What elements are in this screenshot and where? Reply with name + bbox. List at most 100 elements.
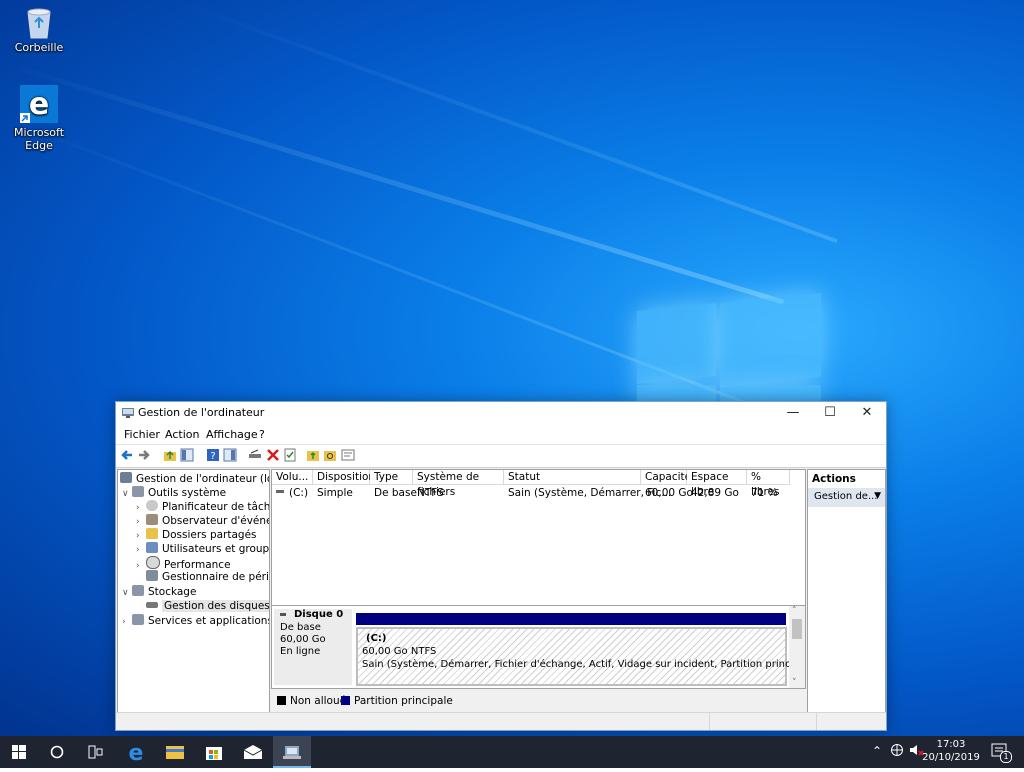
notification-count: 1 — [1000, 751, 1012, 763]
navigation-tree: Gestion de l'ordinateur (local) ∨ Outils … — [117, 469, 270, 714]
show-action-pane-icon[interactable] — [223, 448, 237, 462]
tree-item-event-viewer[interactable]: › Observateur d'événeme — [136, 514, 269, 529]
performance-icon — [146, 556, 160, 569]
window-title: Gestion de l'ordinateur — [138, 406, 265, 419]
column-header-disposition[interactable]: Disposition — [313, 470, 375, 485]
computer-management-icon — [120, 472, 132, 483]
scroll-up-icon[interactable]: ˄ — [792, 606, 797, 616]
maximize-button[interactable]: ☐ — [812, 402, 848, 424]
device-manager-icon — [146, 570, 158, 581]
clock-time: 17:03 — [936, 739, 966, 750]
up-folder-icon[interactable] — [163, 448, 177, 462]
column-header-capacity[interactable]: Capacité — [641, 470, 691, 485]
disk-management-icon — [146, 602, 158, 608]
chevron-right-icon[interactable]: › — [136, 543, 146, 557]
chevron-right-icon[interactable]: › — [136, 515, 146, 529]
taskbar-store[interactable] — [195, 736, 233, 768]
tree-item-label: Planificateur de tâches — [162, 501, 270, 513]
svg-text:e: e — [129, 741, 144, 766]
store-icon — [206, 747, 222, 760]
chevron-up-icon[interactable]: ⌃ — [872, 744, 882, 758]
cortana-search-icon — [50, 745, 64, 759]
tree-item-label: Services et applications — [148, 615, 270, 627]
tree-item-services-applications[interactable]: › Services et applications — [122, 614, 270, 629]
tree-item-computer-management[interactable]: Gestion de l'ordinateur (local) — [120, 472, 269, 486]
chevron-down-icon[interactable]: ∨ — [122, 487, 132, 501]
chevron-right-icon[interactable]: › — [136, 559, 146, 573]
column-header-volume[interactable]: Volu... — [272, 470, 313, 485]
partition-c[interactable]: (C:) 60,00 Go NTFS Sain (Système, Démarr… — [356, 627, 805, 686]
start-button[interactable] — [0, 736, 38, 768]
disk-info[interactable]: Disque 0 De base 60,00 Go En ligne — [274, 609, 352, 685]
taskbar: e ⌃ 17:03 20/10/2019 1 — [0, 736, 1024, 768]
column-header-free-space[interactable]: Espace libre — [687, 470, 747, 498]
dropdown-arrow-icon[interactable]: ▼ — [874, 491, 881, 501]
menu-affichage[interactable]: Affichage — [206, 428, 258, 441]
scroll-down-icon[interactable]: ˅ — [792, 678, 797, 688]
services-icon — [132, 614, 144, 625]
tree-item-label: Stockage — [148, 586, 197, 598]
legend-swatch-unallocated — [277, 696, 286, 705]
column-header-status[interactable]: Statut — [504, 470, 641, 485]
title-bar[interactable]: Gestion de l'ordinateur — ☐ ✕ — [116, 402, 886, 424]
network-globe-icon[interactable] — [890, 743, 904, 760]
search-button[interactable] — [38, 736, 76, 768]
tree-item-storage[interactable]: ∨ Stockage — [122, 585, 196, 599]
chevron-down-icon[interactable]: ∨ — [122, 586, 132, 600]
chevron-right-icon[interactable]: › — [136, 529, 146, 543]
tree-item-task-scheduler[interactable]: › Planificateur de tâches — [136, 500, 270, 515]
task-view-icon — [88, 745, 103, 759]
minimize-button[interactable]: — — [775, 402, 811, 424]
scrollbar-thumb[interactable] — [792, 619, 802, 639]
connect-drive-icon[interactable] — [248, 448, 262, 462]
recycle-bin-icon — [23, 6, 55, 39]
help-icon[interactable]: ? — [206, 448, 220, 462]
clock[interactable]: 17:03 20/10/2019 — [922, 738, 980, 764]
column-header-filesystem[interactable]: Système de fichiers — [413, 470, 504, 498]
svg-text:?: ? — [210, 451, 215, 462]
column-header-pct-free[interactable]: % libres — [747, 470, 790, 498]
cell-capacity: 60,00 Go — [645, 487, 693, 499]
forward-arrow-icon[interactable] — [137, 448, 151, 462]
chevron-right-icon[interactable]: › — [122, 615, 132, 629]
delete-icon[interactable] — [266, 448, 280, 462]
tree-item-disk-management[interactable]: Gestion des disques — [146, 599, 269, 613]
chevron-right-icon[interactable]: › — [136, 501, 146, 515]
taskbar-file-explorer[interactable] — [156, 736, 194, 768]
actions-item-disk-management[interactable]: Gestion de... ▼ — [808, 488, 885, 507]
column-header-type[interactable]: Type — [370, 470, 413, 485]
cell-filesystem: NTFS — [417, 487, 444, 499]
tree-item-shared-folders[interactable]: › Dossiers partagés — [136, 528, 257, 542]
menu-action[interactable]: Action — [165, 428, 199, 441]
disk-pane-vertical-scrollbar[interactable]: ˄ ˅ — [789, 606, 805, 688]
volume-list: Volu... Disposition Type Système de fich… — [271, 469, 806, 606]
menu-fichier[interactable]: Fichier — [124, 428, 160, 441]
taskbar-mail[interactable] — [234, 736, 272, 768]
show-hide-tree-icon[interactable] — [180, 448, 194, 462]
menu-help[interactable]: ? — [259, 428, 265, 441]
tree-item-users-groups[interactable]: › Utilisateurs et groupes l — [136, 542, 269, 557]
check-properties-icon[interactable] — [283, 448, 297, 462]
taskbar-computer-management[interactable] — [273, 736, 311, 768]
disk-size: 60,00 Go — [280, 634, 326, 645]
close-button[interactable]: ✕ — [849, 402, 885, 424]
tree-item-label: Observateur d'événeme — [162, 515, 269, 527]
back-arrow-icon[interactable] — [120, 448, 134, 462]
taskbar-edge[interactable]: e — [117, 736, 155, 768]
status-bar — [116, 712, 886, 730]
tree-item-system-tools[interactable]: ∨ Outils système — [122, 486, 226, 500]
disk-icon — [280, 613, 286, 616]
desktop-icon-edge[interactable]: e Microsoft Edge — [3, 85, 75, 152]
properties-icon[interactable] — [341, 448, 355, 462]
folder-up-icon[interactable] — [306, 448, 320, 462]
action-center-button[interactable]: 1 — [990, 742, 1012, 763]
desktop-icon-recycle-bin[interactable]: Corbeille — [3, 6, 75, 54]
task-view-button[interactable] — [76, 736, 114, 768]
tree-item-device-manager[interactable]: Gestionnaire de périphé — [146, 570, 269, 584]
search-folder-icon[interactable] — [323, 448, 337, 462]
tree-item-performance[interactable]: › Performance — [136, 556, 231, 573]
actions-item-label: Gestion de... — [814, 491, 878, 502]
tree-item-label: Dossiers partagés — [162, 529, 257, 541]
file-explorer-icon — [166, 746, 184, 759]
users-groups-icon — [146, 542, 158, 553]
